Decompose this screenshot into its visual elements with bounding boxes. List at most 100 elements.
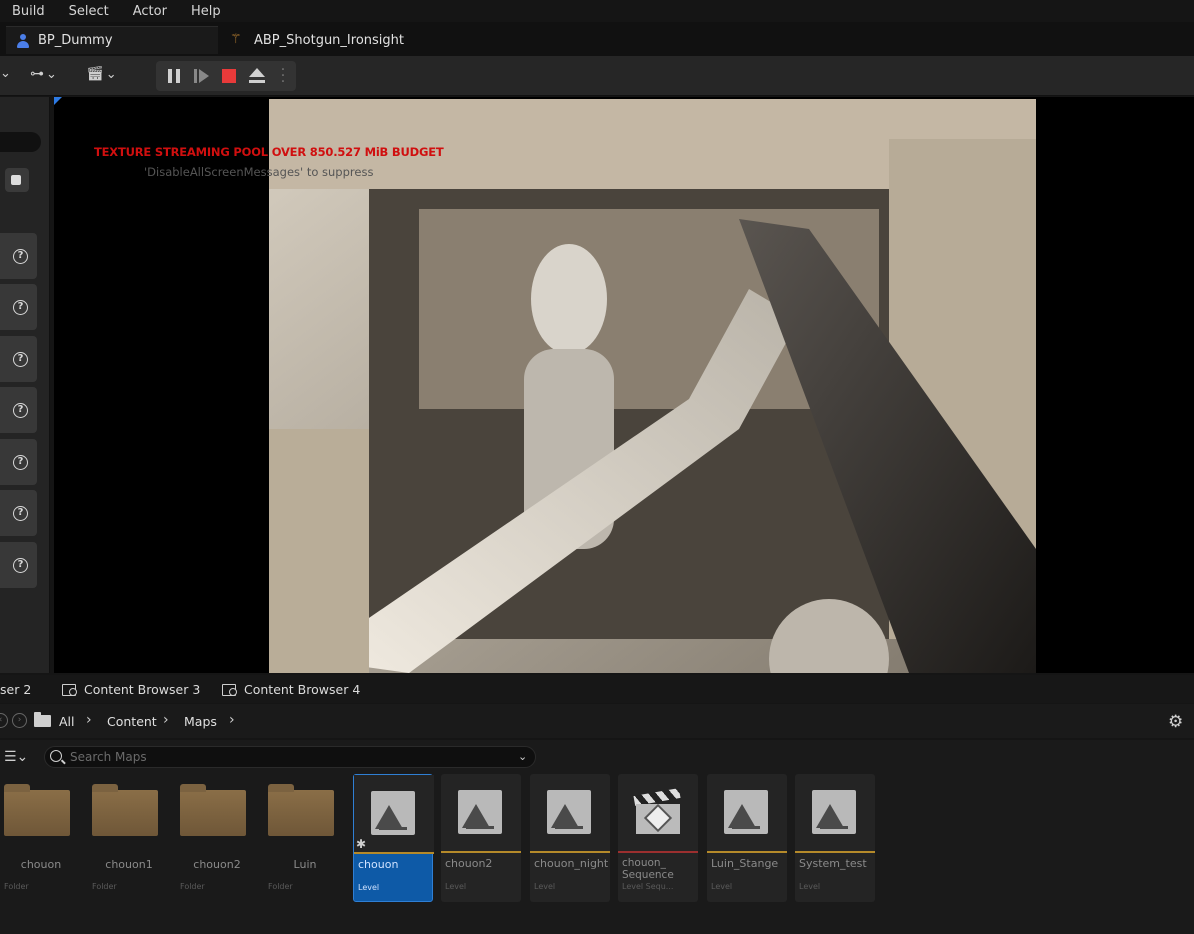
asset-type: Folder xyxy=(180,882,205,891)
chevron-down-icon: ⌄ xyxy=(105,66,117,82)
gear-icon[interactable]: ⚙ xyxy=(1168,712,1183,732)
help-icon: ? xyxy=(13,505,28,521)
asset-thumbnail xyxy=(441,774,521,852)
folder-icon xyxy=(34,712,51,727)
asset-level-sequence-chouon[interactable]: chouon_ Sequence Level Sequ... xyxy=(618,774,698,902)
cinematics-dropdown[interactable]: 🎬︎ ⌄ xyxy=(86,66,117,82)
filter-bar: ☰⌄ ⌄ xyxy=(0,740,1194,774)
chevron-right-icon[interactable]: › xyxy=(86,712,92,728)
tab-content-browser-3[interactable]: Content Browser 3 xyxy=(62,682,200,697)
asset-thumbnail xyxy=(707,774,787,852)
tab-label: Content Browser 3 xyxy=(84,682,201,697)
asset-level-chouon-night[interactable]: chouon_night Level xyxy=(530,774,610,902)
asset-name: Luin xyxy=(293,858,317,871)
asset-type: Level xyxy=(711,882,733,891)
breadcrumb-maps[interactable]: Maps xyxy=(184,714,217,729)
document-tab-bar: BP_Dummy ⚚ ABP_Shotgun_Ironsight xyxy=(0,22,1194,56)
asset-name: chouon_ Sequence xyxy=(622,857,674,881)
pause-icon[interactable] xyxy=(168,69,180,83)
asset-folder-luin[interactable]: Luin Folder xyxy=(266,774,346,902)
clapper-icon: 🎬︎ xyxy=(86,66,104,82)
chevron-down-icon[interactable]: ⌄ xyxy=(518,750,527,763)
asset-level-chouon2[interactable]: chouon2 Level xyxy=(441,774,521,902)
asset-folder-chouon[interactable]: chouon Folder xyxy=(2,774,82,902)
level-viewport[interactable]: TEXTURE STREAMING POOL OVER 850.527 MiB … xyxy=(54,97,1194,673)
category-button[interactable]: ? xyxy=(0,233,37,279)
asset-level-chouon[interactable]: ✱ chouon Level xyxy=(353,774,434,902)
stop-icon[interactable] xyxy=(222,69,236,83)
category-button[interactable]: ? xyxy=(0,542,37,588)
category-button[interactable]: ? xyxy=(0,387,37,433)
panel-search-input[interactable] xyxy=(0,132,41,152)
level-icon xyxy=(371,791,415,835)
asset-level-luin-stange[interactable]: Luin_Stange Level xyxy=(707,774,787,902)
folder-icon xyxy=(4,784,70,836)
blueprint-dropdown[interactable]: ⊶ ⌄ xyxy=(30,66,57,82)
asset-color-strip xyxy=(795,851,875,853)
category-button[interactable]: ? xyxy=(0,336,37,382)
chevron-down-icon: ⌄ xyxy=(0,66,11,81)
forward-icon[interactable]: › xyxy=(12,713,27,728)
back-icon[interactable]: ‹ xyxy=(0,713,8,728)
asset-color-strip xyxy=(530,851,610,853)
asset-name: chouon1 xyxy=(105,858,153,871)
mode-dropdown[interactable]: ⌄ xyxy=(0,66,11,81)
play-controls: · · · xyxy=(156,61,296,91)
eject-icon[interactable] xyxy=(248,68,266,84)
warning-suppress-hint: 'DisableAllScreenMessages' to suppress xyxy=(144,165,374,179)
asset-folder-chouon2[interactable]: chouon2 Folder xyxy=(178,774,258,902)
asset-name: chouon xyxy=(358,858,399,871)
category-button[interactable]: ? xyxy=(0,490,37,536)
asset-color-strip xyxy=(441,851,521,853)
asset-thumbnail xyxy=(795,774,875,852)
menu-build[interactable]: Build xyxy=(12,4,45,19)
asset-color-strip xyxy=(618,851,698,853)
step-icon[interactable] xyxy=(194,69,210,83)
asset-thumbnail: ✱ xyxy=(354,775,434,853)
category-button[interactable]: ? xyxy=(0,439,37,485)
breadcrumb-all[interactable]: All xyxy=(59,714,75,729)
menu-actor[interactable]: Actor xyxy=(133,4,167,19)
tab-content-browser-2[interactable]: ser 2 xyxy=(0,682,31,697)
asset-level-system-test[interactable]: System_test Level xyxy=(795,774,875,902)
menu-help[interactable]: Help xyxy=(191,4,221,19)
tab-abp-shotgun-ironsight[interactable]: ⚚ ABP_Shotgun_Ironsight xyxy=(226,26,404,54)
view-toggle-button[interactable] xyxy=(5,168,29,192)
breadcrumb: ‹ › All › Content › Maps › ⚙ xyxy=(0,704,1194,738)
search-input[interactable] xyxy=(70,749,510,765)
tab-label: ABP_Shotgun_Ironsight xyxy=(254,32,404,48)
level-icon xyxy=(547,790,591,834)
chevron-right-icon[interactable]: › xyxy=(229,712,235,728)
asset-folder-chouon1[interactable]: chouon1 Folder xyxy=(90,774,170,902)
help-icon: ? xyxy=(13,402,28,418)
asset-type: Level xyxy=(799,882,821,891)
content-browser-tab-bar: ser 2 Content Browser 3 Content Browser … xyxy=(0,675,1194,703)
hierarchy-icon: ⊶ xyxy=(30,66,44,82)
person-icon xyxy=(16,33,30,48)
chevron-right-icon[interactable]: › xyxy=(163,712,169,728)
breadcrumb-content[interactable]: Content xyxy=(107,714,157,729)
main-toolbar: ⌄ ⊶ ⌄ 🎬︎ ⌄ · · · xyxy=(0,56,1194,96)
asset-type: Folder xyxy=(268,882,293,891)
unreal-editor-window: Build Select Actor Help BP_Dummy ⚚ ABP_S… xyxy=(0,0,1194,934)
asset-type: Level xyxy=(358,883,380,892)
filter-icon[interactable]: ☰⌄ xyxy=(4,749,28,765)
content-browser-icon xyxy=(222,683,238,696)
asset-name: chouon_night xyxy=(534,857,609,870)
tab-label: ser 2 xyxy=(0,682,32,697)
asset-color-strip xyxy=(707,851,787,853)
menu-select[interactable]: Select xyxy=(69,4,109,19)
texture-streaming-warning: TEXTURE STREAMING POOL OVER 850.527 MiB … xyxy=(94,145,444,159)
content-browser-icon xyxy=(62,683,78,696)
asset-color-strip xyxy=(354,852,434,854)
tab-label: Content Browser 4 xyxy=(244,682,361,697)
help-icon: ? xyxy=(13,299,28,315)
category-button[interactable]: ? xyxy=(0,284,37,330)
tab-bp-dummy[interactable]: BP_Dummy xyxy=(6,26,218,54)
help-icon: ? xyxy=(13,248,28,264)
more-icon[interactable]: · · · xyxy=(280,63,286,89)
tab-content-browser-4[interactable]: Content Browser 4 xyxy=(222,682,360,697)
tab-label: BP_Dummy xyxy=(38,33,113,48)
asset-name: chouon2 xyxy=(445,857,493,870)
help-icon: ? xyxy=(13,454,28,470)
